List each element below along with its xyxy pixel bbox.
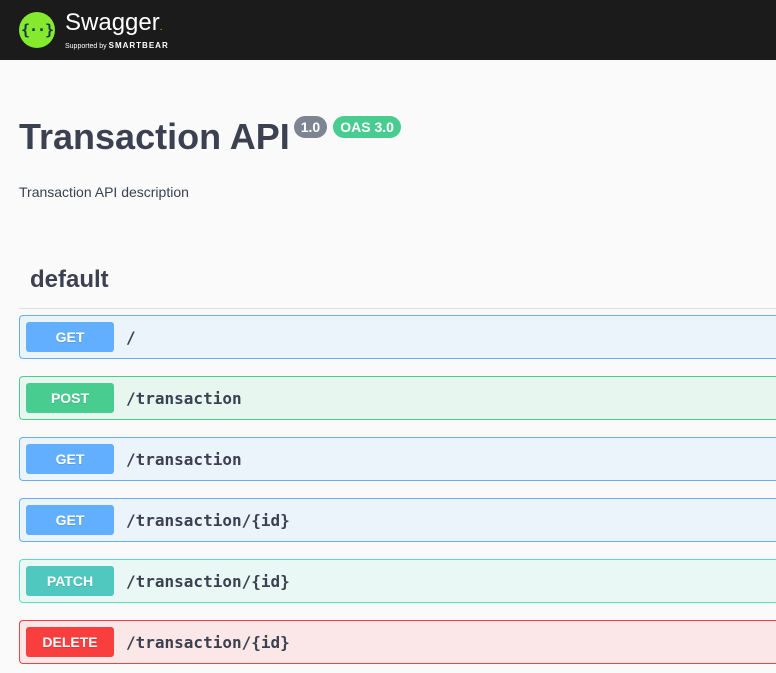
logo-dot: . [159,21,163,33]
method-badge: GET [26,322,114,352]
oas-badge: OAS 3.0 [333,116,401,138]
operation-delete-transaction-id[interactable]: DELETE /transaction/{id} [19,620,776,664]
tag-default-header[interactable]: default [19,266,776,309]
supported-by-text: Supported by [65,42,107,50]
page-title: Transaction API [19,116,290,157]
logo-name: Swagger. [65,8,169,41]
logo-supported-by: Supported by SMARTBEAR [65,40,169,51]
swagger-logo-link[interactable]: {··} Swagger. Supported by SMARTBEAR [19,8,169,51]
topbar: {··} Swagger. Supported by SMARTBEAR [0,0,776,60]
method-badge: POST [26,383,114,413]
version-badge: 1.0 [293,116,328,138]
operation-get-transaction[interactable]: GET /transaction [19,437,776,481]
operation-path: /transaction/{id} [126,510,290,530]
operation-path: /transaction [126,449,242,469]
operation-list: GET / POST /transaction GET /transaction… [19,315,776,664]
swagger-logo-icon: {··} [19,12,55,48]
api-info: Transaction API 1.0 OAS 3.0 Transaction … [0,60,776,200]
method-badge: GET [26,444,114,474]
operation-get-transaction-id[interactable]: GET /transaction/{id} [19,498,776,542]
api-description: Transaction API description [19,184,189,200]
method-badge: GET [26,505,114,535]
logo-text: Swagger. Supported by SMARTBEAR [65,8,169,51]
logo-name-text: Swagger [65,8,160,36]
operation-path: /transaction/{id} [126,632,290,652]
operations-section: default GET / POST /transaction GET /tra… [0,266,776,664]
operation-patch-transaction-id[interactable]: PATCH /transaction/{id} [19,559,776,603]
smartbear-brand: SMARTBEAR [108,40,169,50]
operation-post-transaction[interactable]: POST /transaction [19,376,776,420]
operation-get-root[interactable]: GET / [19,315,776,359]
operation-path: /transaction/{id} [126,571,290,591]
method-badge: PATCH [26,566,114,596]
title-row: Transaction API 1.0 OAS 3.0 [19,115,776,159]
operation-path: / [126,327,136,347]
operation-path: /transaction [126,388,242,408]
method-badge: DELETE [26,627,114,657]
